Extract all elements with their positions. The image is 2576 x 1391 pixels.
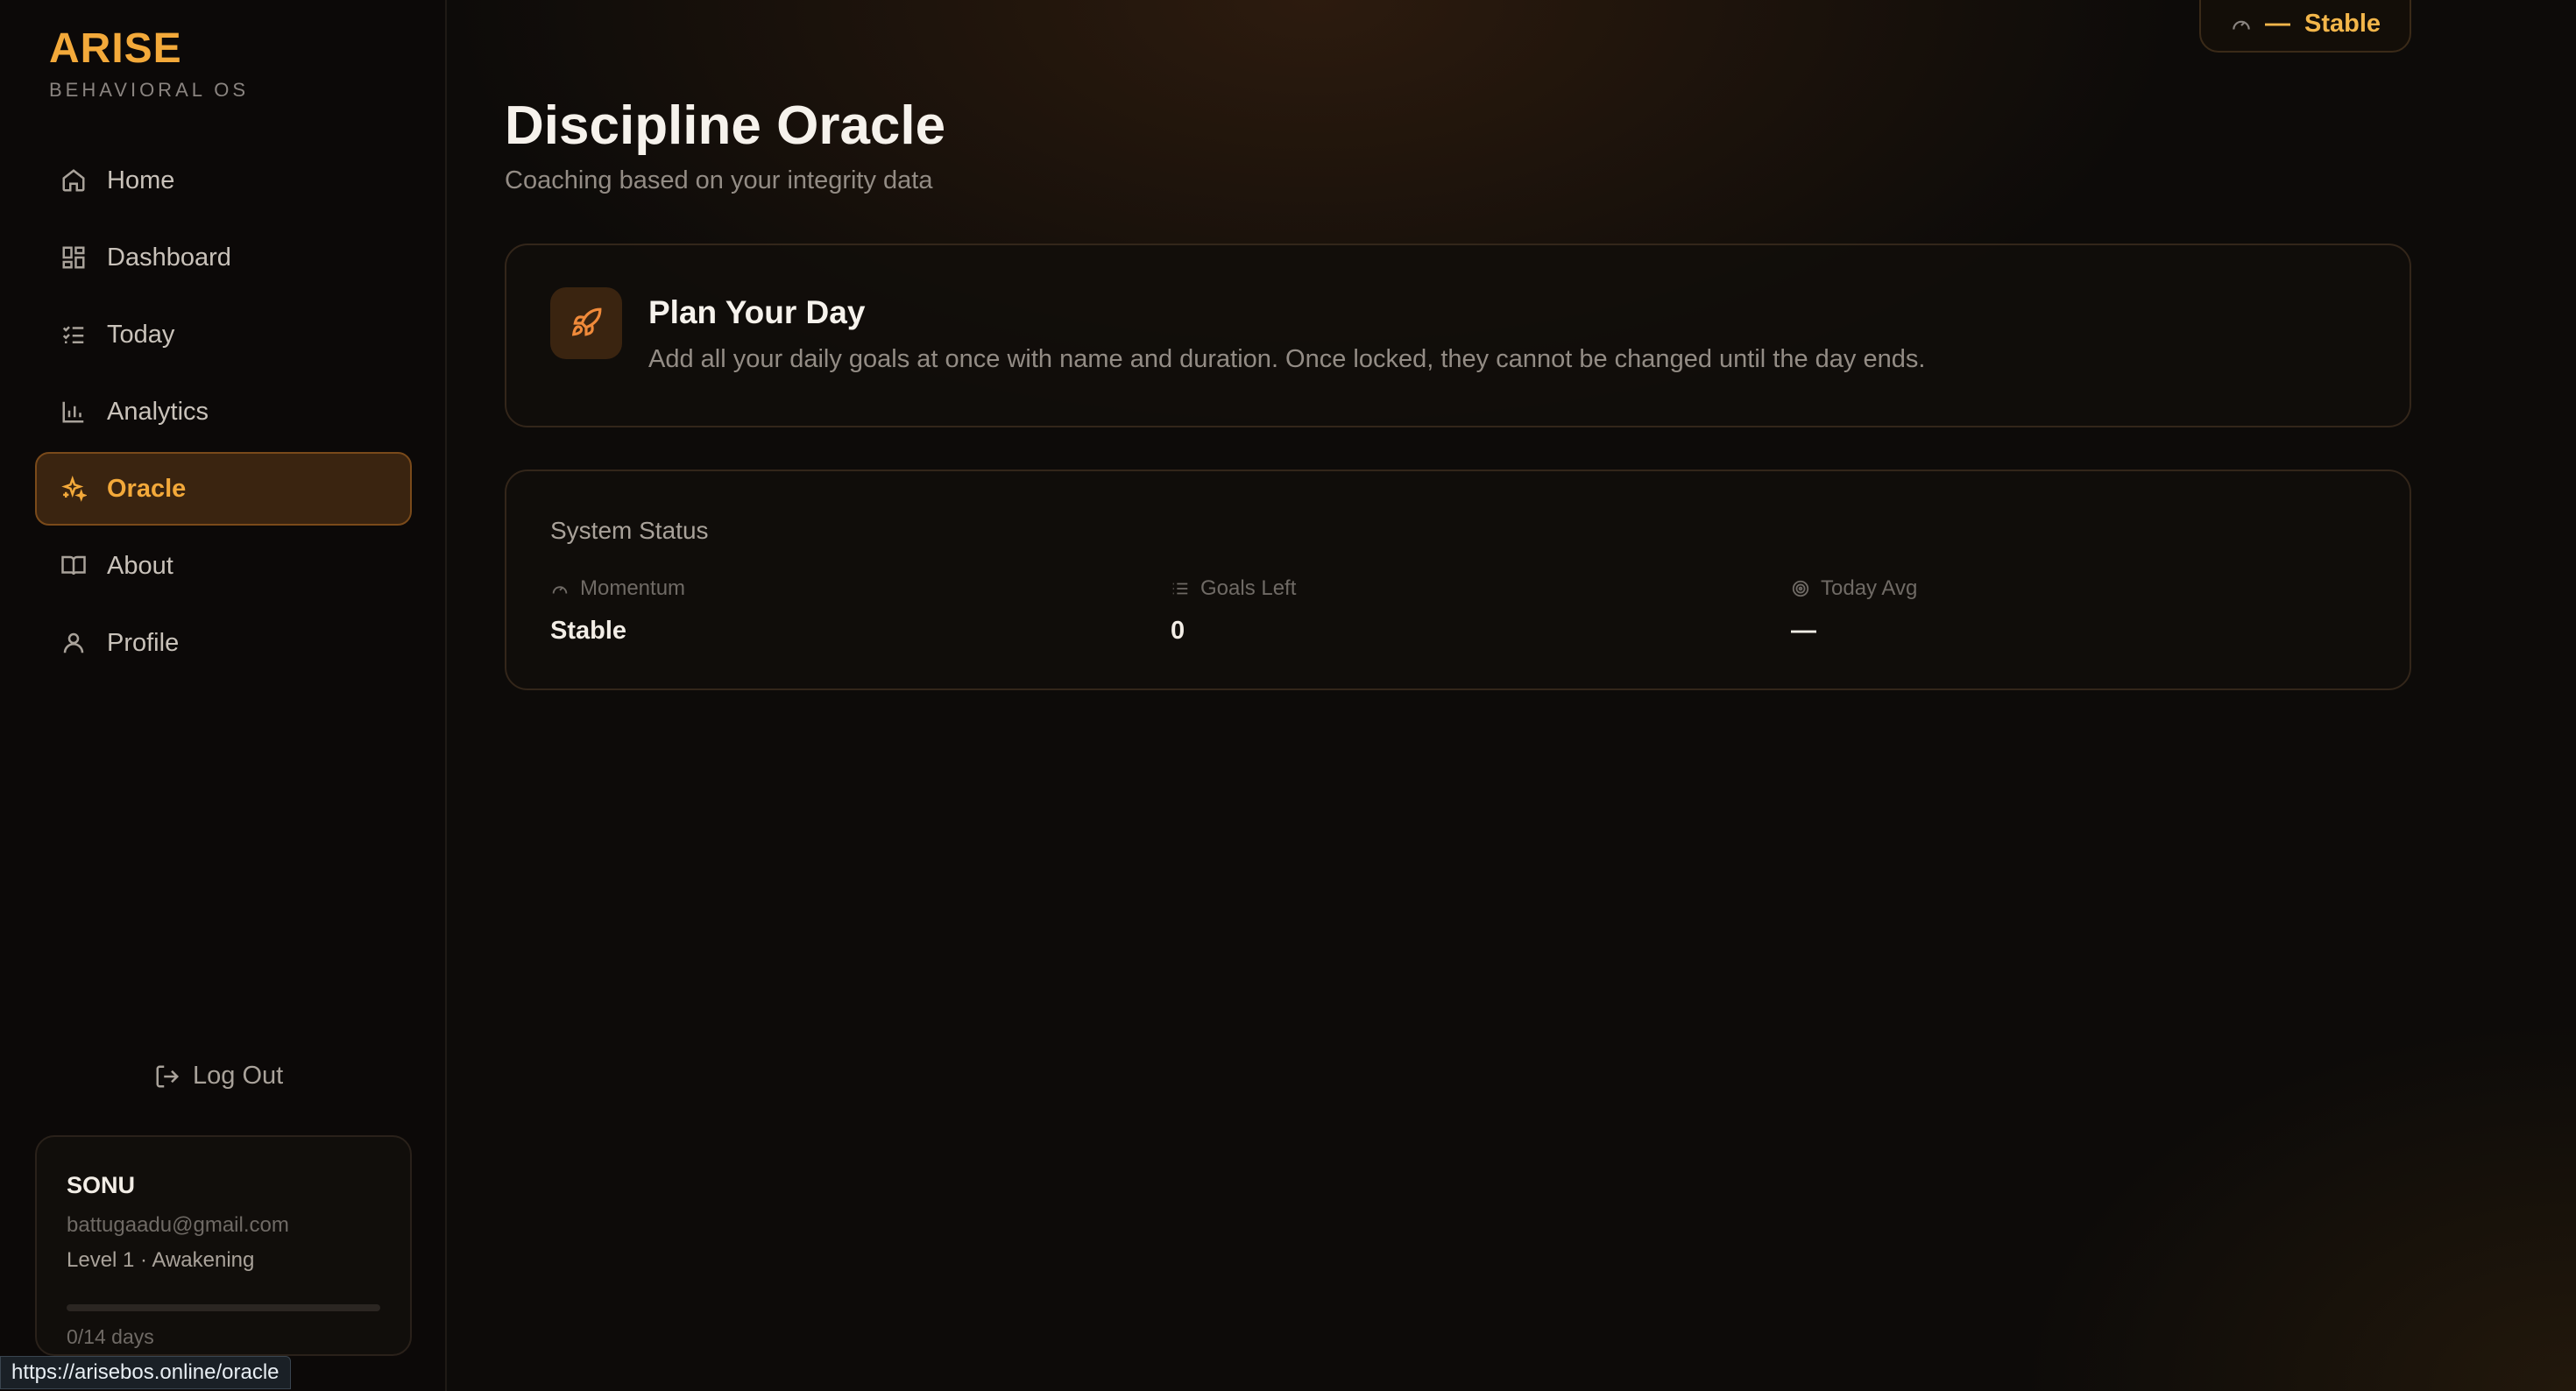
- user-name: SONU: [67, 1172, 136, 1198]
- grid-icon: [60, 244, 88, 272]
- stat-value: 0: [1171, 617, 1185, 645]
- system-status-card: System Status Momentum Stable Goals Left…: [505, 470, 2411, 690]
- stat-value: —: [1791, 617, 1816, 645]
- list-icon: [1172, 583, 1188, 595]
- brand-subtitle: BEHAVIORAL OS: [49, 79, 250, 101]
- status-dash: —: [2264, 9, 2290, 38]
- sidebar-item-profile[interactable]: Profile: [35, 606, 412, 680]
- stat-label: Today Avg: [1821, 576, 1918, 600]
- bar-chart-icon: [60, 398, 88, 426]
- sidebar: ARISE BEHAVIORAL OS Home Dashboard Today: [0, 0, 447, 1391]
- system-status-title: System Status: [550, 517, 709, 544]
- gauge-icon: [2233, 20, 2250, 30]
- sidebar-item-label: About: [107, 551, 173, 580]
- streak-days: 0/14 days: [67, 1325, 154, 1348]
- stat-value: Stable: [550, 617, 627, 645]
- streak-progress-bar: [67, 1304, 380, 1311]
- stat-goals-left: Goals Left 0: [1171, 576, 1296, 646]
- brand: ARISE BEHAVIORAL OS: [49, 26, 249, 102]
- logout-button[interactable]: Log Out: [154, 1062, 283, 1091]
- sidebar-item-today[interactable]: Today: [35, 298, 412, 371]
- home-icon: [60, 166, 88, 194]
- page-subtitle: Coaching based on your integrity data: [505, 166, 933, 194]
- sidebar-item-about[interactable]: About: [35, 529, 412, 603]
- target-icon: [1792, 580, 1809, 597]
- sidebar-item-label: Oracle: [107, 474, 187, 503]
- status-label: Stable: [2304, 9, 2381, 38]
- checklist-icon: [60, 321, 88, 349]
- status-pill[interactable]: — Stable: [2199, 0, 2411, 53]
- stat-label: Goals Left: [1200, 576, 1297, 600]
- plan-title: Plan Your Day: [648, 294, 866, 330]
- sidebar-item-analytics[interactable]: Analytics: [35, 375, 412, 448]
- sparkles-icon: [60, 475, 88, 503]
- sidebar-item-label: Profile: [107, 628, 180, 657]
- sidebar-item-label: Today: [107, 320, 175, 349]
- stat-today-avg: Today Avg —: [1791, 576, 1917, 646]
- sidebar-nav: Home Dashboard Today Analytics Oracle Ab…: [35, 144, 412, 683]
- user-email: battugaadu@gmail.com: [67, 1213, 289, 1237]
- page-title: Discipline Oracle: [505, 95, 946, 156]
- sidebar-item-label: Home: [107, 166, 175, 194]
- sidebar-item-label: Analytics: [107, 397, 209, 426]
- logout-label: Log Out: [193, 1062, 284, 1090]
- plan-description: Add all your daily goals at once with na…: [648, 345, 1926, 373]
- logout-icon: [156, 1065, 180, 1087]
- rocket-icon: [550, 287, 622, 359]
- sidebar-item-home[interactable]: Home: [35, 144, 412, 217]
- user-level: Level 1 · Awakening: [67, 1248, 255, 1272]
- book-icon: [60, 552, 88, 580]
- stat-label: Momentum: [580, 576, 686, 600]
- plan-your-day-card[interactable]: Plan Your Day Add all your daily goals a…: [505, 244, 2411, 427]
- sidebar-item-label: Dashboard: [107, 243, 231, 272]
- stat-momentum: Momentum Stable: [550, 576, 685, 646]
- url-tooltip: https://arisebos.online/oracle: [0, 1356, 291, 1389]
- brand-title: ARISE: [49, 25, 182, 72]
- user-card: SONU battugaadu@gmail.com Level 1 · Awak…: [35, 1135, 412, 1356]
- user-icon: [60, 629, 88, 657]
- gauge-icon: [552, 586, 568, 594]
- sidebar-item-dashboard[interactable]: Dashboard: [35, 221, 412, 294]
- sidebar-item-oracle[interactable]: Oracle: [35, 452, 412, 526]
